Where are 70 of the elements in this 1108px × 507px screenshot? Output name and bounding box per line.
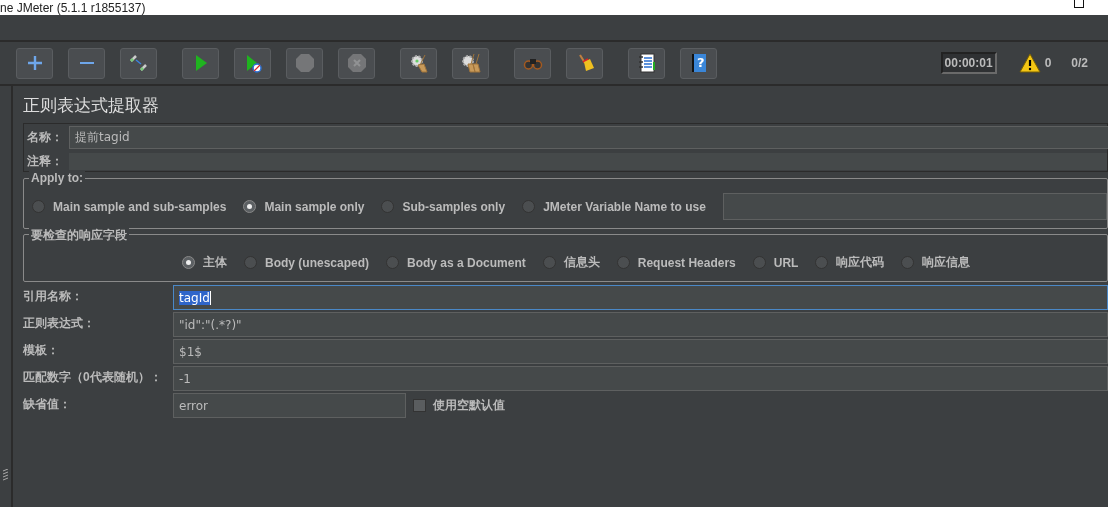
radio-button[interactable] (752, 256, 766, 269)
help-button[interactable]: ? (680, 47, 717, 79)
field-label: 正则表达式： (23, 315, 96, 332)
add-button[interactable] (16, 47, 53, 79)
radio-label[interactable]: URL (773, 255, 799, 270)
radio-label[interactable]: Sub-samples only (402, 199, 506, 214)
octagon-x-icon (346, 53, 367, 73)
start-no-pauses-button[interactable] (234, 47, 271, 79)
input-field[interactable]: tagId (173, 285, 1108, 310)
field-label: 缺省值： (23, 396, 72, 413)
maximize-icon[interactable] (1074, 0, 1084, 8)
elapsed-time: 00:00:01 (940, 52, 997, 74)
notebook-icon (636, 53, 657, 73)
radio-label[interactable]: Body (unescaped) (265, 255, 369, 270)
radio-label[interactable]: Main sample and sub-samples (53, 199, 227, 214)
minus-icon (79, 61, 94, 65)
warning-count: 0 (1044, 56, 1052, 70)
start-button[interactable] (182, 47, 219, 79)
radio-button[interactable] (616, 256, 630, 269)
thread-count: 0/2 (1071, 56, 1088, 70)
question-mark-icon: ? (697, 54, 705, 70)
radio-button[interactable] (522, 200, 536, 213)
variable-name-field[interactable] (722, 193, 1107, 220)
field-label: 注释： (27, 153, 64, 170)
remove-button[interactable] (68, 47, 105, 79)
radio-button[interactable] (815, 256, 829, 269)
input-field[interactable]: -1 (173, 366, 1108, 391)
radio-label[interactable]: Main sample only (264, 199, 365, 214)
pens-arrow-icon (128, 53, 149, 73)
radio-label[interactable]: JMeter Variable Name to use (543, 199, 706, 214)
clear-all-button[interactable] (452, 47, 489, 79)
clear-button[interactable] (400, 47, 437, 79)
panel-title: 正则表达式提取器 (23, 94, 160, 117)
group-title: 要检查的响应字段 (29, 227, 129, 244)
checkbox[interactable]: 使用空默认值 (413, 397, 505, 414)
field-label: 名称： (27, 129, 64, 146)
radio-button[interactable] (32, 200, 45, 213)
gear-brooms-icon (460, 53, 481, 73)
input-field[interactable]: $1$ (173, 339, 1108, 364)
reset-search-button[interactable] (566, 47, 603, 79)
comment-field[interactable] (69, 153, 1107, 170)
input-field[interactable]: error (173, 393, 406, 418)
radio-label[interactable]: 响应代码 (836, 254, 885, 271)
input-field[interactable]: "id":"(.*?)" (173, 312, 1108, 337)
search-button[interactable] (514, 47, 551, 79)
field-label: 引用名称： (23, 288, 84, 305)
radio-button[interactable] (386, 256, 399, 269)
selected-text: tagId (179, 290, 211, 305)
radio-label[interactable]: Body as a Document (407, 255, 526, 270)
field-label: 匹配数字（0代表随机）： (23, 369, 163, 386)
radio-button[interactable] (243, 200, 257, 213)
radio-button[interactable] (542, 256, 556, 269)
group-title: Apply to: (29, 171, 85, 185)
radio-button[interactable] (901, 256, 915, 269)
radio-label[interactable]: 响应信息 (922, 254, 971, 271)
function-helper-button[interactable] (628, 47, 665, 79)
radio-label[interactable]: Request Headers (637, 255, 736, 270)
radio-label[interactable]: 主体 (203, 254, 227, 271)
stop-sign-icon (294, 53, 315, 73)
window-title: ne JMeter (5.1.1 r1855137) (0, 2, 146, 15)
splitter-grip-icon[interactable] (3, 469, 8, 481)
warning-icon[interactable] (1018, 53, 1041, 73)
radio-label[interactable]: 信息头 (563, 254, 600, 271)
radio-button[interactable] (381, 200, 395, 213)
gear-broom-icon (408, 53, 429, 73)
toggle-button[interactable] (120, 47, 157, 79)
radio-button[interactable] (182, 256, 195, 269)
field-label: 模板： (23, 342, 60, 359)
name-field[interactable]: 提前tagid (69, 126, 1108, 149)
radio-button[interactable] (244, 256, 257, 269)
